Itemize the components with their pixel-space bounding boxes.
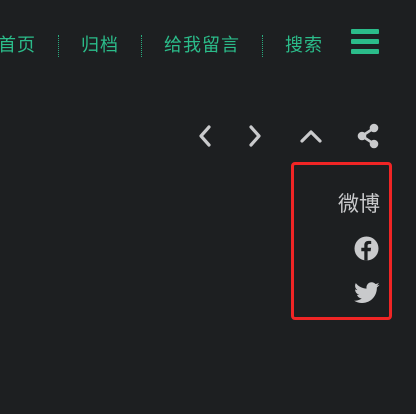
nav-item-archive[interactable]: 归档 xyxy=(81,30,119,62)
nav-divider xyxy=(262,35,263,57)
nav-item-home[interactable]: 首页 xyxy=(0,30,36,62)
chevron-up-icon[interactable] xyxy=(296,122,326,150)
hamburger-menu-icon[interactable] xyxy=(351,29,379,55)
nav-divider xyxy=(141,35,142,57)
post-actions xyxy=(188,122,388,150)
top-nav: 首页 归档 给我留言 搜索 xyxy=(0,30,323,62)
share-icon[interactable] xyxy=(353,122,383,150)
chevron-left-icon[interactable] xyxy=(190,122,220,150)
chevron-right-icon[interactable] xyxy=(240,122,270,150)
nav-item-search[interactable]: 搜索 xyxy=(285,30,323,62)
share-weibo-link[interactable]: 微博 xyxy=(320,190,380,218)
nav-item-guestbook[interactable]: 给我留言 xyxy=(164,30,240,62)
page: 首页 归档 给我留言 搜索 微博 xyxy=(0,0,416,414)
nav-divider xyxy=(58,35,59,57)
twitter-icon[interactable] xyxy=(354,282,380,304)
facebook-icon[interactable] xyxy=(354,236,379,261)
